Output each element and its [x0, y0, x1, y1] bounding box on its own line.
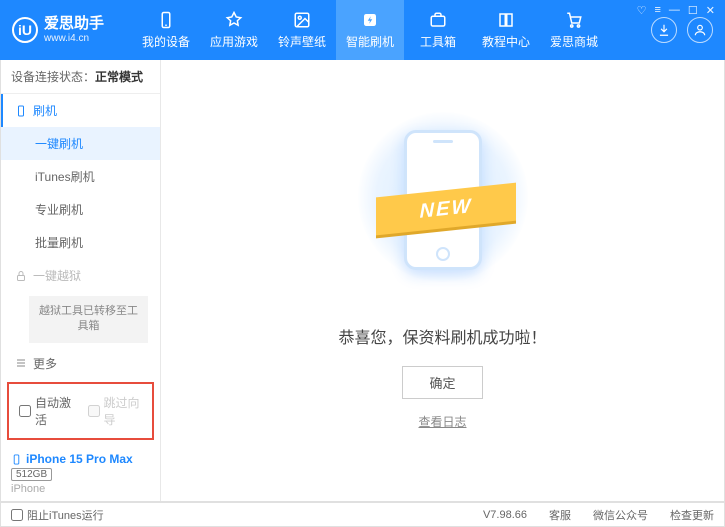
wechat-link[interactable]: 微信公众号: [593, 507, 648, 523]
phone-icon: [15, 105, 27, 117]
version-label: V7.98.66: [483, 509, 527, 521]
device-type: iPhone: [11, 483, 150, 495]
user-button[interactable]: [687, 17, 713, 43]
close-icon[interactable]: ✕: [706, 4, 715, 17]
options-box: 自动激活 跳过向导: [7, 382, 154, 440]
sidebar-group-more[interactable]: 更多: [1, 347, 160, 376]
nav-apps[interactable]: 应用游戏: [200, 0, 268, 60]
minimize-icon[interactable]: —: [669, 4, 680, 17]
app-logo: iU 爱思助手 www.i4.cn: [12, 16, 132, 44]
lock-icon: [15, 270, 27, 282]
list-icon: [15, 357, 27, 369]
connection-status: 设备连接状态：正常模式: [1, 60, 160, 94]
apps-icon: [224, 10, 244, 30]
download-button[interactable]: [651, 17, 677, 43]
book-icon: [496, 10, 516, 30]
success-message: 恭喜您，保资料刷机成功啦！: [338, 324, 546, 348]
skip-setup-checkbox[interactable]: 跳过向导: [88, 394, 143, 428]
app-title: 爱思助手: [44, 16, 104, 33]
footer: 阻止iTunes运行 V7.98.66 客服 微信公众号 检查更新: [0, 502, 725, 527]
sidebar-item-one-click-flash[interactable]: 一键刷机: [1, 127, 160, 160]
main-nav: 我的设备 应用游戏 铃声壁纸 智能刷机 工具箱 教程中心 爱思商城: [132, 0, 608, 60]
ok-button[interactable]: 确定: [402, 366, 482, 399]
sidebar-group-flash[interactable]: 刷机: [1, 94, 160, 127]
image-icon: [292, 10, 312, 30]
logo-icon: iU: [12, 17, 38, 43]
nav-flash[interactable]: 智能刷机: [336, 0, 404, 60]
sidebar: 设备连接状态：正常模式 刷机 一键刷机 iTunes刷机 专业刷机 批量刷机 一…: [1, 60, 161, 501]
flash-icon: [360, 10, 380, 30]
sidebar-group-jailbreak: 一键越狱: [1, 259, 160, 292]
device-name[interactable]: iPhone 15 Pro Max: [11, 452, 150, 466]
nav-tutorials[interactable]: 教程中心: [472, 0, 540, 60]
sidebar-item-itunes-flash[interactable]: iTunes刷机: [1, 160, 160, 193]
cart-icon: [564, 10, 584, 30]
sidebar-item-pro-flash[interactable]: 专业刷机: [1, 193, 160, 226]
phone-icon: [11, 454, 22, 465]
success-illustration: NEW: [358, 112, 528, 302]
nav-toolbox[interactable]: 工具箱: [404, 0, 472, 60]
nav-my-device[interactable]: 我的设备: [132, 0, 200, 60]
toolbox-icon: [428, 10, 448, 30]
window-controls: ♡ ≡ — ☐ ✕: [637, 4, 715, 17]
block-itunes-checkbox[interactable]: 阻止iTunes运行: [11, 507, 104, 523]
nav-store[interactable]: 爱思商城: [540, 0, 608, 60]
support-link[interactable]: 客服: [549, 507, 571, 523]
device-storage: 512GB: [11, 468, 52, 481]
titlebar: ♡ ≡ — ☐ ✕ iU 爱思助手 www.i4.cn 我的设备 应用游戏 铃声…: [0, 0, 725, 60]
phone-icon: [156, 10, 176, 30]
jailbreak-note: 越狱工具已转移至工具箱: [29, 296, 148, 343]
app-site: www.i4.cn: [44, 33, 104, 44]
sidebar-item-batch-flash[interactable]: 批量刷机: [1, 226, 160, 259]
main-content: NEW 恭喜您，保资料刷机成功啦！ 确定 查看日志: [161, 60, 724, 501]
auto-activate-checkbox[interactable]: 自动激活: [19, 394, 74, 428]
maximize-icon[interactable]: ☐: [688, 4, 698, 17]
gift-icon[interactable]: ♡: [637, 4, 647, 17]
nav-ringtones[interactable]: 铃声壁纸: [268, 0, 336, 60]
check-update-link[interactable]: 检查更新: [670, 507, 714, 523]
device-info: iPhone 15 Pro Max 512GB iPhone: [1, 446, 160, 501]
view-log-link[interactable]: 查看日志: [418, 413, 466, 430]
menu-icon[interactable]: ≡: [654, 4, 660, 17]
